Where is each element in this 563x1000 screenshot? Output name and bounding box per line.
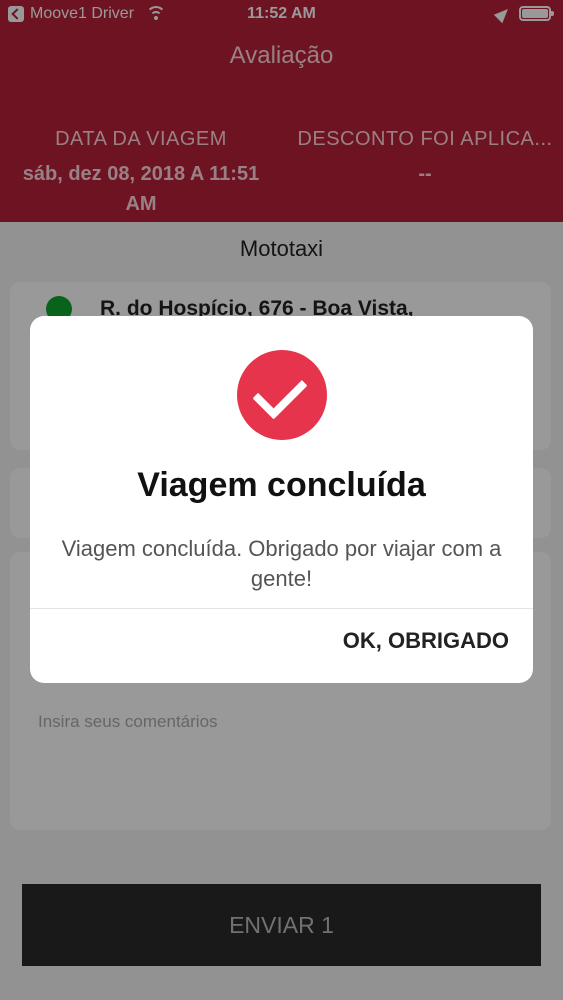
dialog-message: Viagem concluída. Obrigado por viajar co… (61, 536, 502, 591)
dialog-divider (30, 608, 533, 609)
trip-completed-dialog: Viagem concluída Viagem concluída. Obrig… (30, 316, 533, 683)
dialog-title: Viagem concluída (137, 466, 426, 504)
ok-button[interactable]: OK, OBRIGADO (343, 628, 509, 654)
check-circle-icon (237, 350, 327, 440)
